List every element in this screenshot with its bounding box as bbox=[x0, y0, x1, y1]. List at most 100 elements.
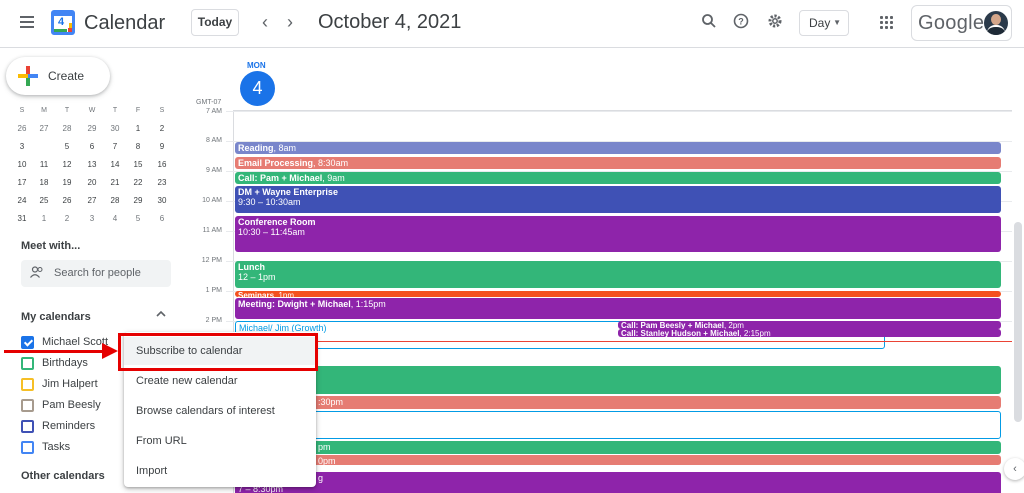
calendar-event[interactable]: Conference Room 10:30 – 11:45am bbox=[235, 216, 1001, 252]
account-switcher[interactable]: Google bbox=[911, 5, 1012, 41]
calendar-item[interactable]: Pam Beesly bbox=[21, 397, 131, 415]
calendar-item[interactable]: Jim Halpert bbox=[21, 376, 131, 394]
menu-item[interactable]: From URL bbox=[124, 427, 316, 455]
chevron-left-icon[interactable]: ‹ bbox=[262, 12, 268, 33]
mini-calendar-day[interactable]: 9 bbox=[152, 138, 172, 156]
mini-calendar-dow: W bbox=[88, 107, 96, 114]
mini-calendar-day[interactable]: 12 bbox=[57, 156, 77, 174]
calendar-checkbox[interactable] bbox=[21, 420, 34, 433]
mini-calendar-day[interactable]: 30 bbox=[152, 192, 172, 210]
mini-calendar-day[interactable]: 28 bbox=[57, 120, 77, 138]
chevron-up-icon[interactable] bbox=[156, 309, 166, 321]
calendar-checkbox[interactable] bbox=[21, 399, 34, 412]
calendar-item[interactable]: Reminders bbox=[21, 418, 131, 436]
mini-calendar-dow: T bbox=[112, 107, 118, 114]
mini-calendar-day[interactable]: 29 bbox=[82, 120, 102, 138]
mini-calendar-day[interactable]: 2 bbox=[57, 210, 77, 228]
search-people-input[interactable]: Search for people bbox=[21, 260, 171, 287]
mini-calendar-day[interactable]: 8 bbox=[128, 138, 148, 156]
chevron-right-icon[interactable]: › bbox=[287, 12, 293, 33]
mini-calendar-day[interactable]: 1 bbox=[128, 120, 148, 138]
calendar-checkbox[interactable] bbox=[21, 336, 34, 349]
calendar-label: Pam Beesly bbox=[42, 399, 101, 411]
scrollbar[interactable] bbox=[1014, 222, 1022, 422]
calendar-event[interactable]: Seminars, 1pm bbox=[235, 291, 1001, 297]
mini-calendar-day[interactable]: 14 bbox=[105, 156, 125, 174]
mini-calendar-day[interactable]: 6 bbox=[82, 138, 102, 156]
calendar-event[interactable]: Reading, 8am bbox=[235, 142, 1001, 154]
plus-icon bbox=[18, 66, 38, 86]
mini-calendar-dow: T bbox=[64, 107, 70, 114]
mini-calendar-day[interactable]: 26 bbox=[12, 120, 32, 138]
search-icon[interactable] bbox=[699, 13, 719, 33]
mini-calendar-day[interactable]: 25 bbox=[34, 192, 54, 210]
mini-calendar-day[interactable]: 31 bbox=[12, 210, 32, 228]
mini-calendar-day[interactable]: 29 bbox=[128, 192, 148, 210]
calendar-event[interactable]: Call: Stanley Hudson + Michael, 2:15pm bbox=[618, 329, 1001, 337]
calendar-event[interactable] bbox=[235, 366, 1001, 394]
mini-calendar-day[interactable]: 10 bbox=[12, 156, 32, 174]
calendar-checkbox[interactable] bbox=[21, 357, 34, 370]
calendar-event[interactable]: DM + Wayne Enterprise 9:30 – 10:30am bbox=[235, 186, 1001, 213]
calendar-event[interactable]: Lunch 12 – 1pm bbox=[235, 261, 1001, 288]
calendar-item[interactable]: Tasks bbox=[21, 439, 131, 457]
gear-icon[interactable] bbox=[765, 13, 785, 33]
avatar[interactable] bbox=[984, 11, 1008, 35]
mini-calendar-day[interactable]: 19 bbox=[57, 174, 77, 192]
mini-calendar-day[interactable]: 7 bbox=[105, 138, 125, 156]
calendar-event[interactable]: Email Processing, 8:30am bbox=[235, 157, 1001, 169]
mini-calendar-day[interactable]: 15 bbox=[128, 156, 148, 174]
today-button[interactable]: Today bbox=[191, 9, 239, 36]
calendar-logo: 4 bbox=[51, 10, 75, 35]
calendar-event[interactable]: 7 – 8:30pm bbox=[235, 484, 1001, 493]
apps-grid-icon[interactable] bbox=[880, 16, 894, 30]
mini-calendar-day[interactable]: 4 bbox=[34, 138, 54, 156]
mini-calendar-day[interactable]: 11 bbox=[34, 156, 54, 174]
calendar-event[interactable] bbox=[235, 411, 1001, 439]
calendar-checkbox[interactable] bbox=[21, 378, 34, 391]
mini-calendar-day[interactable]: 21 bbox=[105, 174, 125, 192]
mini-calendar-day[interactable]: 6 bbox=[152, 210, 172, 228]
mini-calendar-day[interactable]: 30 bbox=[105, 120, 125, 138]
day-number[interactable]: 4 bbox=[240, 71, 275, 106]
calendar-event[interactable]: Meeting: Dwight + Michael, 1:15pm bbox=[235, 298, 1001, 319]
calendar-event[interactable]: :30pm bbox=[235, 396, 1001, 409]
mini-calendar-day[interactable]: 2 bbox=[152, 120, 172, 138]
event-title: Call: Pam + Michael bbox=[238, 173, 323, 183]
mini-calendar-day[interactable]: 5 bbox=[57, 138, 77, 156]
mini-calendar-day[interactable]: 26 bbox=[57, 192, 77, 210]
calendar-event[interactable]: 0pm bbox=[235, 455, 1001, 465]
my-calendars-title[interactable]: My calendars bbox=[21, 311, 91, 323]
mini-calendar-day[interactable]: 23 bbox=[152, 174, 172, 192]
mini-calendar-day[interactable]: 5 bbox=[128, 210, 148, 228]
calendar-event[interactable]: Call: Pam + Michael, 9am bbox=[235, 172, 1001, 184]
help-icon[interactable]: ? bbox=[731, 13, 751, 33]
mini-calendar-day[interactable]: 27 bbox=[34, 120, 54, 138]
mini-calendar-day[interactable]: 27 bbox=[82, 192, 102, 210]
calendar-event[interactable]: pm bbox=[235, 441, 1001, 454]
other-calendars-title[interactable]: Other calendars bbox=[21, 470, 105, 482]
create-button[interactable]: Create bbox=[6, 57, 110, 95]
calendar-checkbox[interactable] bbox=[21, 441, 34, 454]
mini-calendar-day[interactable]: 13 bbox=[82, 156, 102, 174]
menu-item[interactable]: Import bbox=[124, 457, 316, 485]
mini-calendar-day[interactable]: 4 bbox=[105, 210, 125, 228]
mini-calendar-day[interactable]: 16 bbox=[152, 156, 172, 174]
menu-item[interactable]: Browse calendars of interest bbox=[124, 397, 316, 425]
chevron-left-icon[interactable]: ‹ bbox=[1004, 458, 1024, 480]
mini-calendar-dow: M bbox=[41, 107, 47, 114]
view-select[interactable]: Day ▼ bbox=[799, 10, 849, 36]
mini-calendar-week: 3456789 bbox=[12, 138, 172, 156]
mini-calendar-day[interactable]: 18 bbox=[34, 174, 54, 192]
mini-calendar-day[interactable]: 17 bbox=[12, 174, 32, 192]
mini-calendar-day[interactable]: 22 bbox=[128, 174, 148, 192]
mini-calendar-day[interactable]: 3 bbox=[12, 138, 32, 156]
menu-item[interactable]: Create new calendar bbox=[124, 367, 316, 395]
mini-calendar-day[interactable]: 24 bbox=[12, 192, 32, 210]
main-menu-icon[interactable] bbox=[20, 16, 34, 28]
mini-calendar-day[interactable]: 28 bbox=[105, 192, 125, 210]
calendar-event[interactable]: Call: Pam Beesly + Michael, 2pm bbox=[618, 321, 1001, 329]
mini-calendar-day[interactable]: 1 bbox=[34, 210, 54, 228]
mini-calendar-day[interactable]: 3 bbox=[82, 210, 102, 228]
mini-calendar-day[interactable]: 20 bbox=[82, 174, 102, 192]
